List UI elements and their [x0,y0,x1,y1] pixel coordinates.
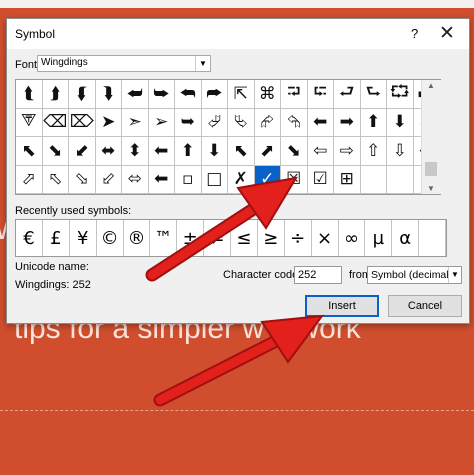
annotation-arrows [145,176,325,407]
annotation-arrow-2 [153,314,325,407]
annotation-arrow-1 [145,176,298,282]
